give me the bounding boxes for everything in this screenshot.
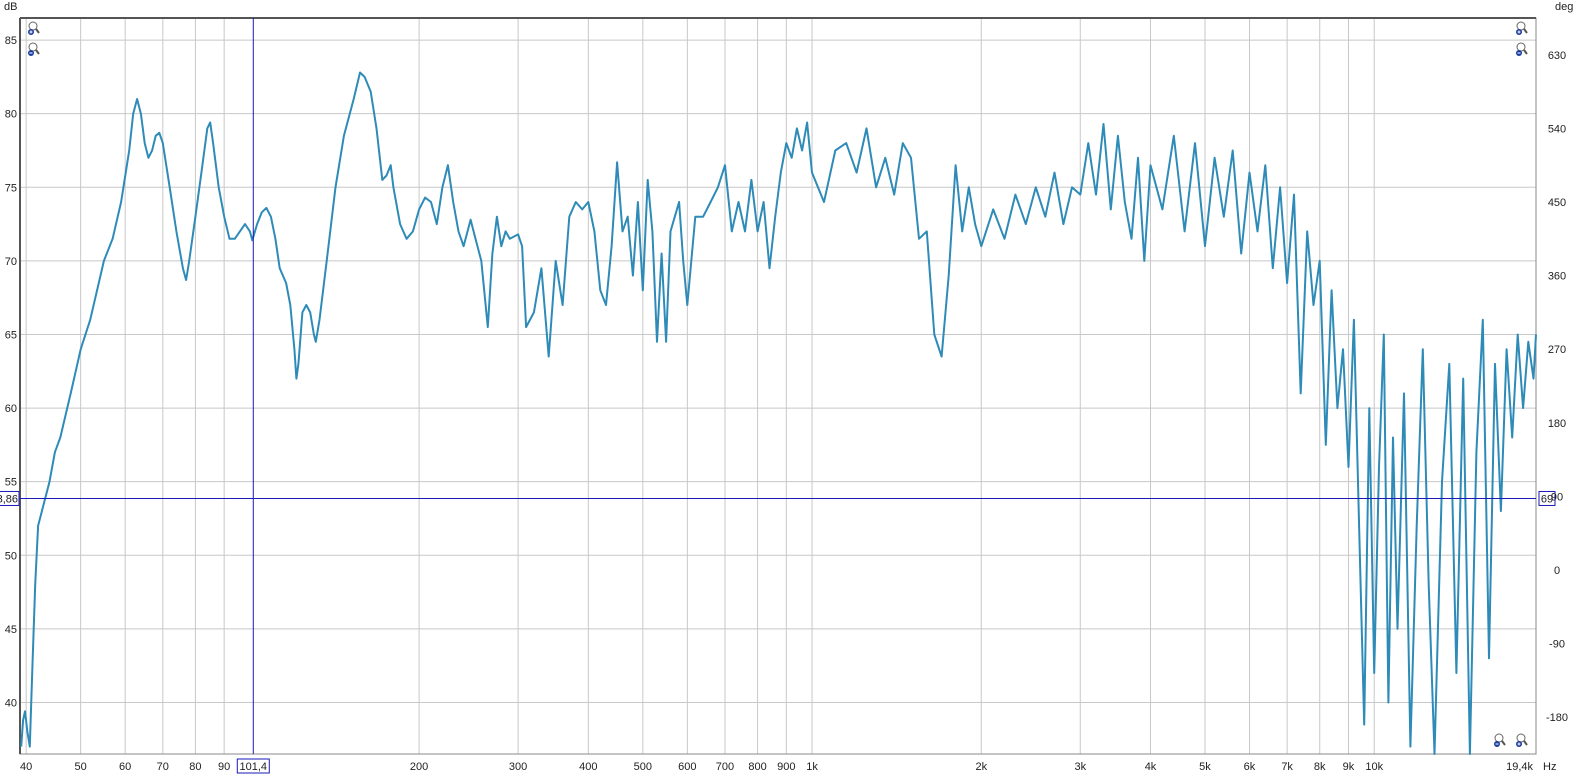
right-tick-label: -90 (1549, 639, 1565, 651)
right-tick-label: 450 (1548, 197, 1566, 209)
x-tick-label: 300 (509, 761, 527, 773)
x-tick-label: 2k (975, 761, 987, 773)
x-tick-label: 40 (20, 761, 32, 773)
x-tick-label: 70 (157, 761, 169, 773)
right-tick-label: 180 (1548, 418, 1566, 430)
x-tick-label: 8k (1314, 761, 1326, 773)
right-tick-label: 0 (1554, 565, 1560, 577)
x-tick-label: 700 (716, 761, 734, 773)
y-tick-label: 40 (5, 697, 17, 709)
right-unit-label: deg (1555, 1, 1573, 13)
x-tick-label: 9k (1343, 761, 1355, 773)
y-tick-label: 50 (5, 550, 17, 562)
x-tick-label: 800 (748, 761, 766, 773)
x-tick-label: 60 (119, 761, 131, 773)
x-end-label: 19,4k (1506, 761, 1533, 773)
plot-background (20, 18, 1536, 754)
left-unit-label: dB (4, 1, 17, 13)
y-tick-label: 80 (5, 109, 17, 121)
right-tick-label: 90 (1551, 491, 1563, 503)
cursor-x-readout: 101,4 (240, 761, 268, 773)
x-tick-label: 90 (218, 761, 230, 773)
x-axis: 40 50 60 70 80 90 200 300 400 500 600 700 800 900 1k 2k… (20, 761, 1384, 773)
y-tick-label: 70 (5, 256, 17, 268)
right-tick-label: 630 (1548, 50, 1566, 62)
x-tick-label: 50 (75, 761, 87, 773)
right-tick-label: 540 (1548, 123, 1566, 135)
x-tick-label: 5k (1199, 761, 1211, 773)
y-tick-label: 55 (5, 477, 17, 489)
right-tick-label: -180 (1546, 712, 1568, 724)
x-tick-label: 600 (678, 761, 696, 773)
frequency-response-chart[interactable]: 101,453,8669 40455055606570758085 -180-9… (0, 0, 1578, 784)
y-tick-label: 45 (5, 624, 17, 636)
x-tick-label: 7k (1281, 761, 1293, 773)
cursor-y-readout: 53,86 (0, 493, 18, 505)
right-tick-label: 360 (1548, 271, 1566, 283)
y-tick-label: 60 (5, 403, 17, 415)
x-tick-label: 500 (634, 761, 652, 773)
x-tick-label: 6k (1244, 761, 1256, 773)
x-tick-label: 200 (410, 761, 428, 773)
x-tick-label: 900 (777, 761, 795, 773)
x-tick-label: 1k (806, 761, 818, 773)
right-tick-label: 270 (1548, 344, 1566, 356)
y-tick-label: 85 (5, 35, 17, 47)
y-tick-label: 65 (5, 329, 17, 341)
x-tick-label: 80 (189, 761, 201, 773)
right-axis: -180 -90 0 90 180 270 360 450 540 630 (1546, 50, 1568, 724)
x-tick-label: 3k (1074, 761, 1086, 773)
x-tick-label: 10k (1365, 761, 1383, 773)
left-axis: 40 45 50 55 60 65 70 75 80 85 (5, 35, 17, 709)
y-tick-label: 75 (5, 182, 17, 194)
x-unit-label: Hz (1543, 761, 1556, 773)
x-tick-label: 4k (1145, 761, 1157, 773)
x-tick-label: 400 (579, 761, 597, 773)
